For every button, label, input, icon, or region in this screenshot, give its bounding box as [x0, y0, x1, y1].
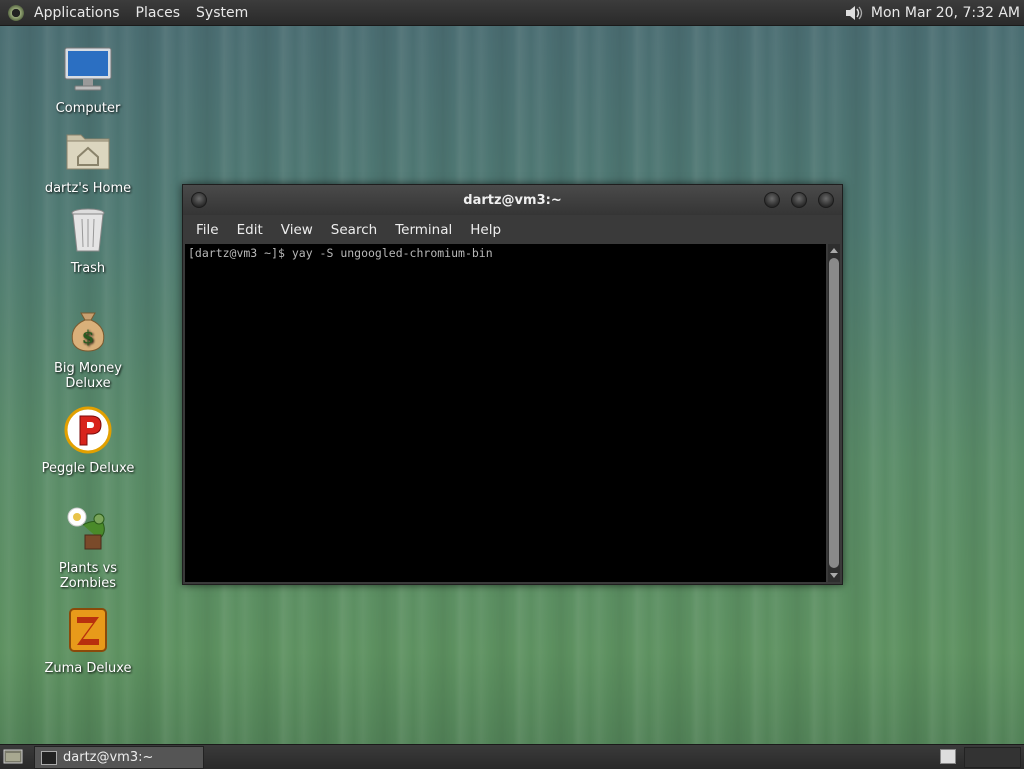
system-menu[interactable]: System	[188, 5, 256, 21]
taskbar-button-terminal[interactable]: dartz@vm3:~	[34, 746, 204, 769]
terminal-command-line: [dartz@vm3 ~]$ yay -S ungoogled-chromium…	[188, 246, 493, 260]
peggle-icon	[64, 406, 112, 454]
top-panel: Applications Places System Mon Mar 20, 7…	[0, 0, 1024, 26]
trash-icon	[71, 208, 105, 252]
terminal-menubar: File Edit View Search Terminal Help	[183, 215, 842, 244]
window-titlebar[interactable]: dartz@vm3:~	[183, 185, 842, 215]
terminal-window[interactable]: dartz@vm3:~ File Edit View Search Termin…	[182, 184, 843, 585]
menu-edit[interactable]: Edit	[228, 222, 272, 238]
applications-menu[interactable]: Applications	[26, 5, 128, 21]
workspace-1[interactable]	[940, 749, 956, 764]
desktop-icon-plants-vs-zombies[interactable]: Plants vs Zombies	[33, 505, 143, 591]
minimize-icon[interactable]	[764, 192, 780, 208]
terminal-output[interactable]: [dartz@vm3 ~]$ yay -S ungoogled-chromium…	[185, 244, 826, 582]
plants-vs-zombies-icon	[67, 507, 105, 550]
desktop-icon-label: Big Money Deluxe	[53, 361, 122, 391]
clock[interactable]: Mon Mar 20, 7:32 AM	[865, 5, 1020, 21]
menu-search[interactable]: Search	[322, 222, 386, 238]
desktop-icon-computer[interactable]: Computer	[33, 45, 143, 116]
scroll-down-icon[interactable]	[830, 573, 838, 578]
scrollbar-thumb[interactable]	[829, 258, 839, 568]
menu-view[interactable]: View	[272, 222, 322, 238]
desktop-icon-peggle[interactable]: Peggle Deluxe	[33, 405, 143, 476]
money-bag-icon: $	[71, 312, 105, 352]
close-icon[interactable]	[818, 192, 834, 208]
window-title: dartz@vm3:~	[463, 192, 562, 208]
window-menu-icon[interactable]	[191, 192, 207, 208]
taskbar-button-label: dartz@vm3:~	[63, 750, 154, 765]
places-menu[interactable]: Places	[128, 5, 189, 21]
terminal-icon	[41, 750, 57, 765]
computer-icon	[64, 47, 112, 91]
volume-icon[interactable]	[843, 4, 865, 22]
maximize-icon[interactable]	[791, 192, 807, 208]
desktop-icon-trash[interactable]: Trash	[33, 205, 143, 276]
terminal-scrollbar[interactable]	[828, 244, 840, 582]
panel-menu-bar: Applications Places System	[26, 0, 256, 25]
menu-help[interactable]: Help	[461, 222, 510, 238]
desktop-icon-home[interactable]: dartz's Home	[33, 125, 143, 196]
panel-tray: Mon Mar 20, 7:32 AM	[843, 4, 1024, 22]
desktop-icon-label: Zuma Deluxe	[44, 661, 132, 676]
show-desktop-icon[interactable]	[3, 748, 23, 765]
desktop-icon-label: Plants vs Zombies	[58, 561, 118, 591]
menu-file[interactable]: File	[187, 222, 228, 238]
desktop-icon-label: Trash	[70, 261, 106, 276]
desktop-icon-label: Computer	[55, 101, 121, 116]
workspace-2[interactable]	[964, 747, 1021, 768]
menu-terminal[interactable]: Terminal	[386, 222, 461, 238]
desktop-icon-big-money[interactable]: $ Big Money Deluxe	[33, 305, 143, 391]
bottom-panel: dartz@vm3:~	[0, 744, 1024, 769]
home-folder-icon	[66, 134, 110, 170]
svg-text:$: $	[82, 327, 95, 348]
desktop-icon-label: Peggle Deluxe	[41, 461, 135, 476]
zuma-icon	[69, 608, 107, 652]
desktop-icon-label: dartz's Home	[44, 181, 132, 196]
scroll-up-icon[interactable]	[830, 248, 838, 253]
desktop-icon-zuma[interactable]: Zuma Deluxe	[33, 605, 143, 676]
mate-logo-icon[interactable]	[8, 4, 24, 21]
